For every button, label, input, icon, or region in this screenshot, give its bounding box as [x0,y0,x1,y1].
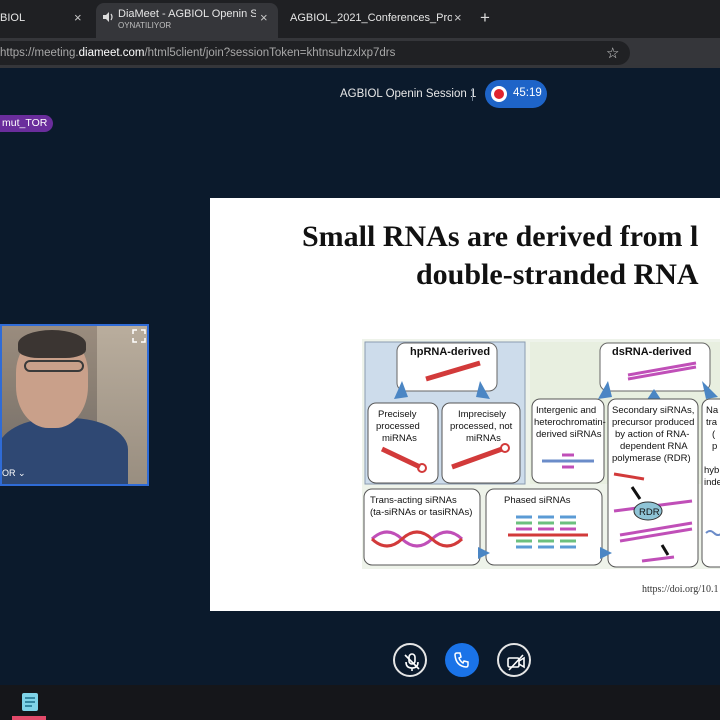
fullscreen-icon[interactable] [132,329,146,343]
intergenic-line3: derived siRNAs [536,429,602,440]
os-taskbar [0,685,720,720]
webcam-user-name[interactable]: OR ⌄ [2,468,26,479]
tab-agbiol[interactable]: BIOL × [0,0,92,38]
secondary-line1: Secondary siRNAs, [612,405,694,416]
tab-agbiol-program[interactable]: AGBIOL_2021_Conferences_Program × [282,0,472,38]
close-icon[interactable]: × [454,10,462,25]
natural-line1: Na [706,405,719,416]
secondary-line3: by action of RNA- [615,429,689,440]
trans-acting-line2: (ta-siRNAs or tasiRNAs) [370,507,472,518]
imprecisely-line3: miRNAs [466,433,501,444]
recording-timer: 45:19 [513,87,542,99]
tab-label: BIOL [0,12,26,24]
natural-line4: p [712,441,717,452]
secondary-line5: polymerase (RDR) [612,453,691,464]
url-field[interactable]: https://meeting.diameet.com/html5client/… [0,41,630,65]
meeting-title: AGBIOL Openin Session 1 [340,88,477,100]
secondary-line4: dependent RNA [620,441,688,452]
notes-app-icon[interactable] [14,689,46,715]
browser-tab-bar: BIOL × DiaMeet - AGBIOL Openin Session O… [0,0,720,38]
speaker-icon [103,12,113,22]
active-app-indicator [12,716,46,720]
natural-line6: inde [704,477,720,488]
webcam-tile[interactable]: OR ⌄ [0,324,149,486]
natural-line2: tra [706,417,718,428]
precisely-line2: processed [376,421,420,432]
rdr-label: RDR [639,507,660,518]
bookmark-star-icon[interactable]: ☆ [606,44,619,62]
url-text: https://meeting.diameet.com/html5client/… [0,47,396,59]
mic-off-icon [404,653,420,671]
precisely-line3: miRNAs [382,433,417,444]
intergenic-line2: heterochromatin- [534,417,606,428]
phone-icon [454,652,469,668]
imprecisely-line1: Imprecisely [458,409,506,420]
presentation-slide: Small RNAs are derived from l double-str… [210,198,720,611]
close-icon[interactable]: × [74,10,82,25]
slide-citation: https://doi.org/10.1 [642,584,719,595]
imprecisely-line2: processed, not [450,421,513,432]
divider [472,88,473,101]
natural-line5: hyb [704,465,719,476]
address-bar: https://meeting.diameet.com/html5client/… [0,38,720,68]
tab-diameet[interactable]: DiaMeet - AGBIOL Openin Session OYNATILI… [96,3,278,38]
meeting-stage: AGBIOL Openin Session 1 45:19 mut_TOR OR… [0,68,720,685]
webcam-person-glasses [24,360,84,372]
close-icon[interactable]: × [260,10,268,25]
small-rna-figure: hpRNA-derived dsRNA-derived Precisely pr… [362,339,720,569]
record-icon [491,86,507,102]
video-off-icon [507,654,525,671]
precisely-line1: Precisely [378,409,417,420]
leave-call-button[interactable] [445,643,479,677]
webcam-person-hair [18,330,86,358]
tab-label: DiaMeet - AGBIOL Openin Session [118,8,256,20]
new-tab-button[interactable]: + [480,8,490,28]
video-toggle-button[interactable] [497,643,531,677]
intergenic-line1: Intergenic and [536,405,596,416]
phased-label: Phased siRNAs [504,495,571,506]
tab-playing-label: OYNATILIYOR [118,21,172,30]
slide-title-line1: Small RNAs are derived from l [302,220,699,253]
slide-title-line2: double-stranded RNA [416,258,699,291]
secondary-line2: precursor produced [612,417,694,428]
hpRNA-header: hpRNA-derived [410,346,490,358]
trans-acting-line1: Trans-acting siRNAs [370,495,457,506]
tab-label: AGBIOL_2021_Conferences_Program [290,12,452,24]
recording-indicator[interactable]: 45:19 [485,80,547,108]
presenter-tag: mut_TOR [0,115,54,132]
mute-mic-button[interactable] [393,643,427,677]
dsRNA-header: dsRNA-derived [612,346,691,358]
